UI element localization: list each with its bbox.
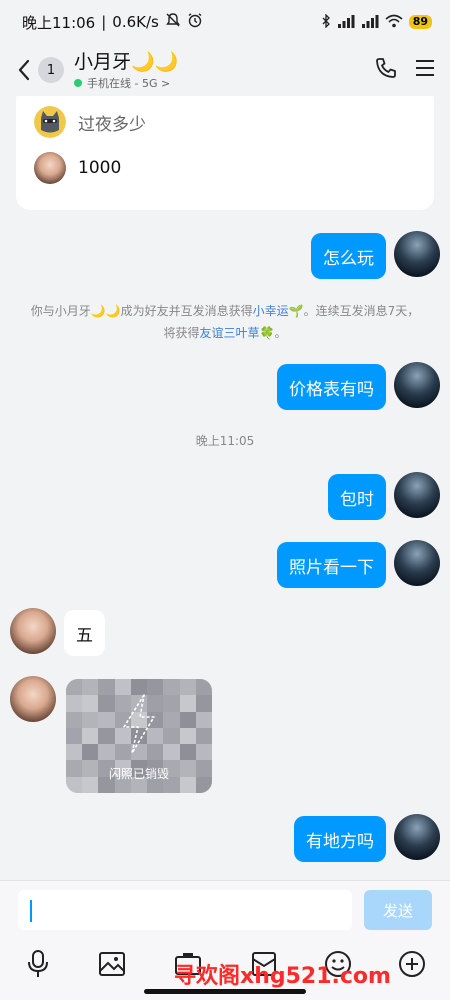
watermark-overlay: 寻欢阁xhg521.com — [174, 964, 391, 989]
status-separator: | — [101, 13, 107, 31]
wifi-icon — [385, 14, 403, 31]
contact-avatar[interactable] — [10, 676, 56, 722]
message-bubble-outgoing[interactable]: 包时 — [328, 474, 386, 520]
lucky-link[interactable]: 小幸运🌱 — [253, 304, 304, 318]
my-avatar[interactable] — [394, 472, 440, 518]
network-speed: 0.6K/s — [112, 13, 159, 31]
more-button[interactable] — [394, 946, 430, 982]
battery-indicator: 89 — [408, 15, 432, 29]
input-bar: 发送 — [0, 880, 450, 938]
image-button[interactable] — [94, 946, 130, 982]
my-avatar[interactable] — [394, 814, 440, 860]
timestamp: 晚上11:05 — [195, 434, 255, 448]
mute-bell-icon — [165, 12, 181, 32]
online-dot-icon — [74, 78, 82, 87]
cat-avatar — [34, 106, 66, 138]
unread-count-badge[interactable]: 1 — [38, 57, 64, 83]
quoted-card[interactable]: ... 过夜多少 1000 — [16, 96, 434, 210]
online-status-text: 手机在线 - 5G > — [87, 76, 171, 90]
chat-area[interactable]: ... 过夜多少 1000 怎么玩 你与小月牙🌙🌙成为好友并互发消息获得小幸运🌱… — [0, 96, 450, 880]
message-bubble-outgoing[interactable]: 有地方吗 — [294, 816, 386, 862]
my-avatar[interactable] — [394, 362, 440, 408]
flash-photo-destroyed[interactable]: 闪照已销毁 — [66, 679, 212, 793]
signal-icon-2 — [361, 14, 379, 31]
signal-icon — [337, 14, 355, 31]
home-indicator[interactable] — [144, 989, 306, 994]
chevron-left-icon — [18, 59, 30, 81]
menu-button[interactable] — [414, 58, 436, 82]
status-time: 晚上11:06 — [22, 13, 96, 32]
text-caret — [30, 900, 32, 922]
contact-name: 小月牙🌙🌙 — [74, 50, 179, 73]
alarm-icon — [187, 12, 203, 32]
card-row: 1000 — [34, 152, 121, 184]
back-button[interactable] — [14, 56, 34, 84]
image-icon — [99, 952, 125, 976]
message-bubble-outgoing[interactable]: 照片看一下 — [277, 542, 386, 588]
menu-icon — [416, 60, 434, 76]
clover-link[interactable]: 友谊三叶草🍀 — [200, 326, 275, 340]
system-notice-text: 你与小月牙🌙🌙成为好友并互发消息获得 — [30, 304, 253, 318]
phone-icon — [376, 58, 396, 78]
status-left: 晚上11:06 | 0.6K/s — [22, 12, 203, 33]
chat-header: 1 小月牙🌙🌙 手机在线 - 5G > — [0, 44, 450, 96]
message-input[interactable] — [18, 890, 352, 930]
status-right: 89 — [321, 12, 432, 31]
flash-photo-caption: 闪照已销毁 — [108, 767, 169, 781]
online-status: 手机在线 - 5G > — [74, 75, 374, 91]
message-bubble-outgoing[interactable]: 价格表有吗 — [277, 364, 386, 410]
card-row-text: 过夜多少 — [78, 114, 146, 135]
status-bar: 晚上11:06 | 0.6K/s 89 — [0, 0, 450, 44]
card-row-text: 1000 — [78, 158, 122, 178]
plus-icon — [399, 951, 425, 977]
bluetooth-icon — [321, 12, 331, 31]
mic-icon — [28, 950, 48, 977]
header-actions — [374, 56, 436, 84]
send-button[interactable]: 发送 — [364, 890, 432, 930]
message-bubble-outgoing[interactable]: 怎么玩 — [311, 233, 386, 279]
lightning-icon — [123, 694, 155, 754]
card-row: 过夜多少 — [34, 106, 146, 138]
my-avatar[interactable] — [394, 540, 440, 586]
contact-avatar-small — [34, 152, 66, 184]
system-notice: 你与小月牙🌙🌙成为好友并互发消息获得小幸运🌱。连续互发消息7天，将获得友谊三叶草… — [30, 300, 420, 344]
system-notice-text: 。 — [274, 326, 287, 340]
voice-button[interactable] — [20, 946, 56, 982]
my-avatar[interactable] — [394, 231, 440, 277]
contact-info[interactable]: 小月牙🌙🌙 手机在线 - 5G > — [74, 50, 374, 91]
contact-avatar[interactable] — [10, 608, 56, 654]
phone-call-button[interactable] — [374, 56, 398, 84]
message-bubble-incoming[interactable]: 五 — [64, 610, 105, 656]
